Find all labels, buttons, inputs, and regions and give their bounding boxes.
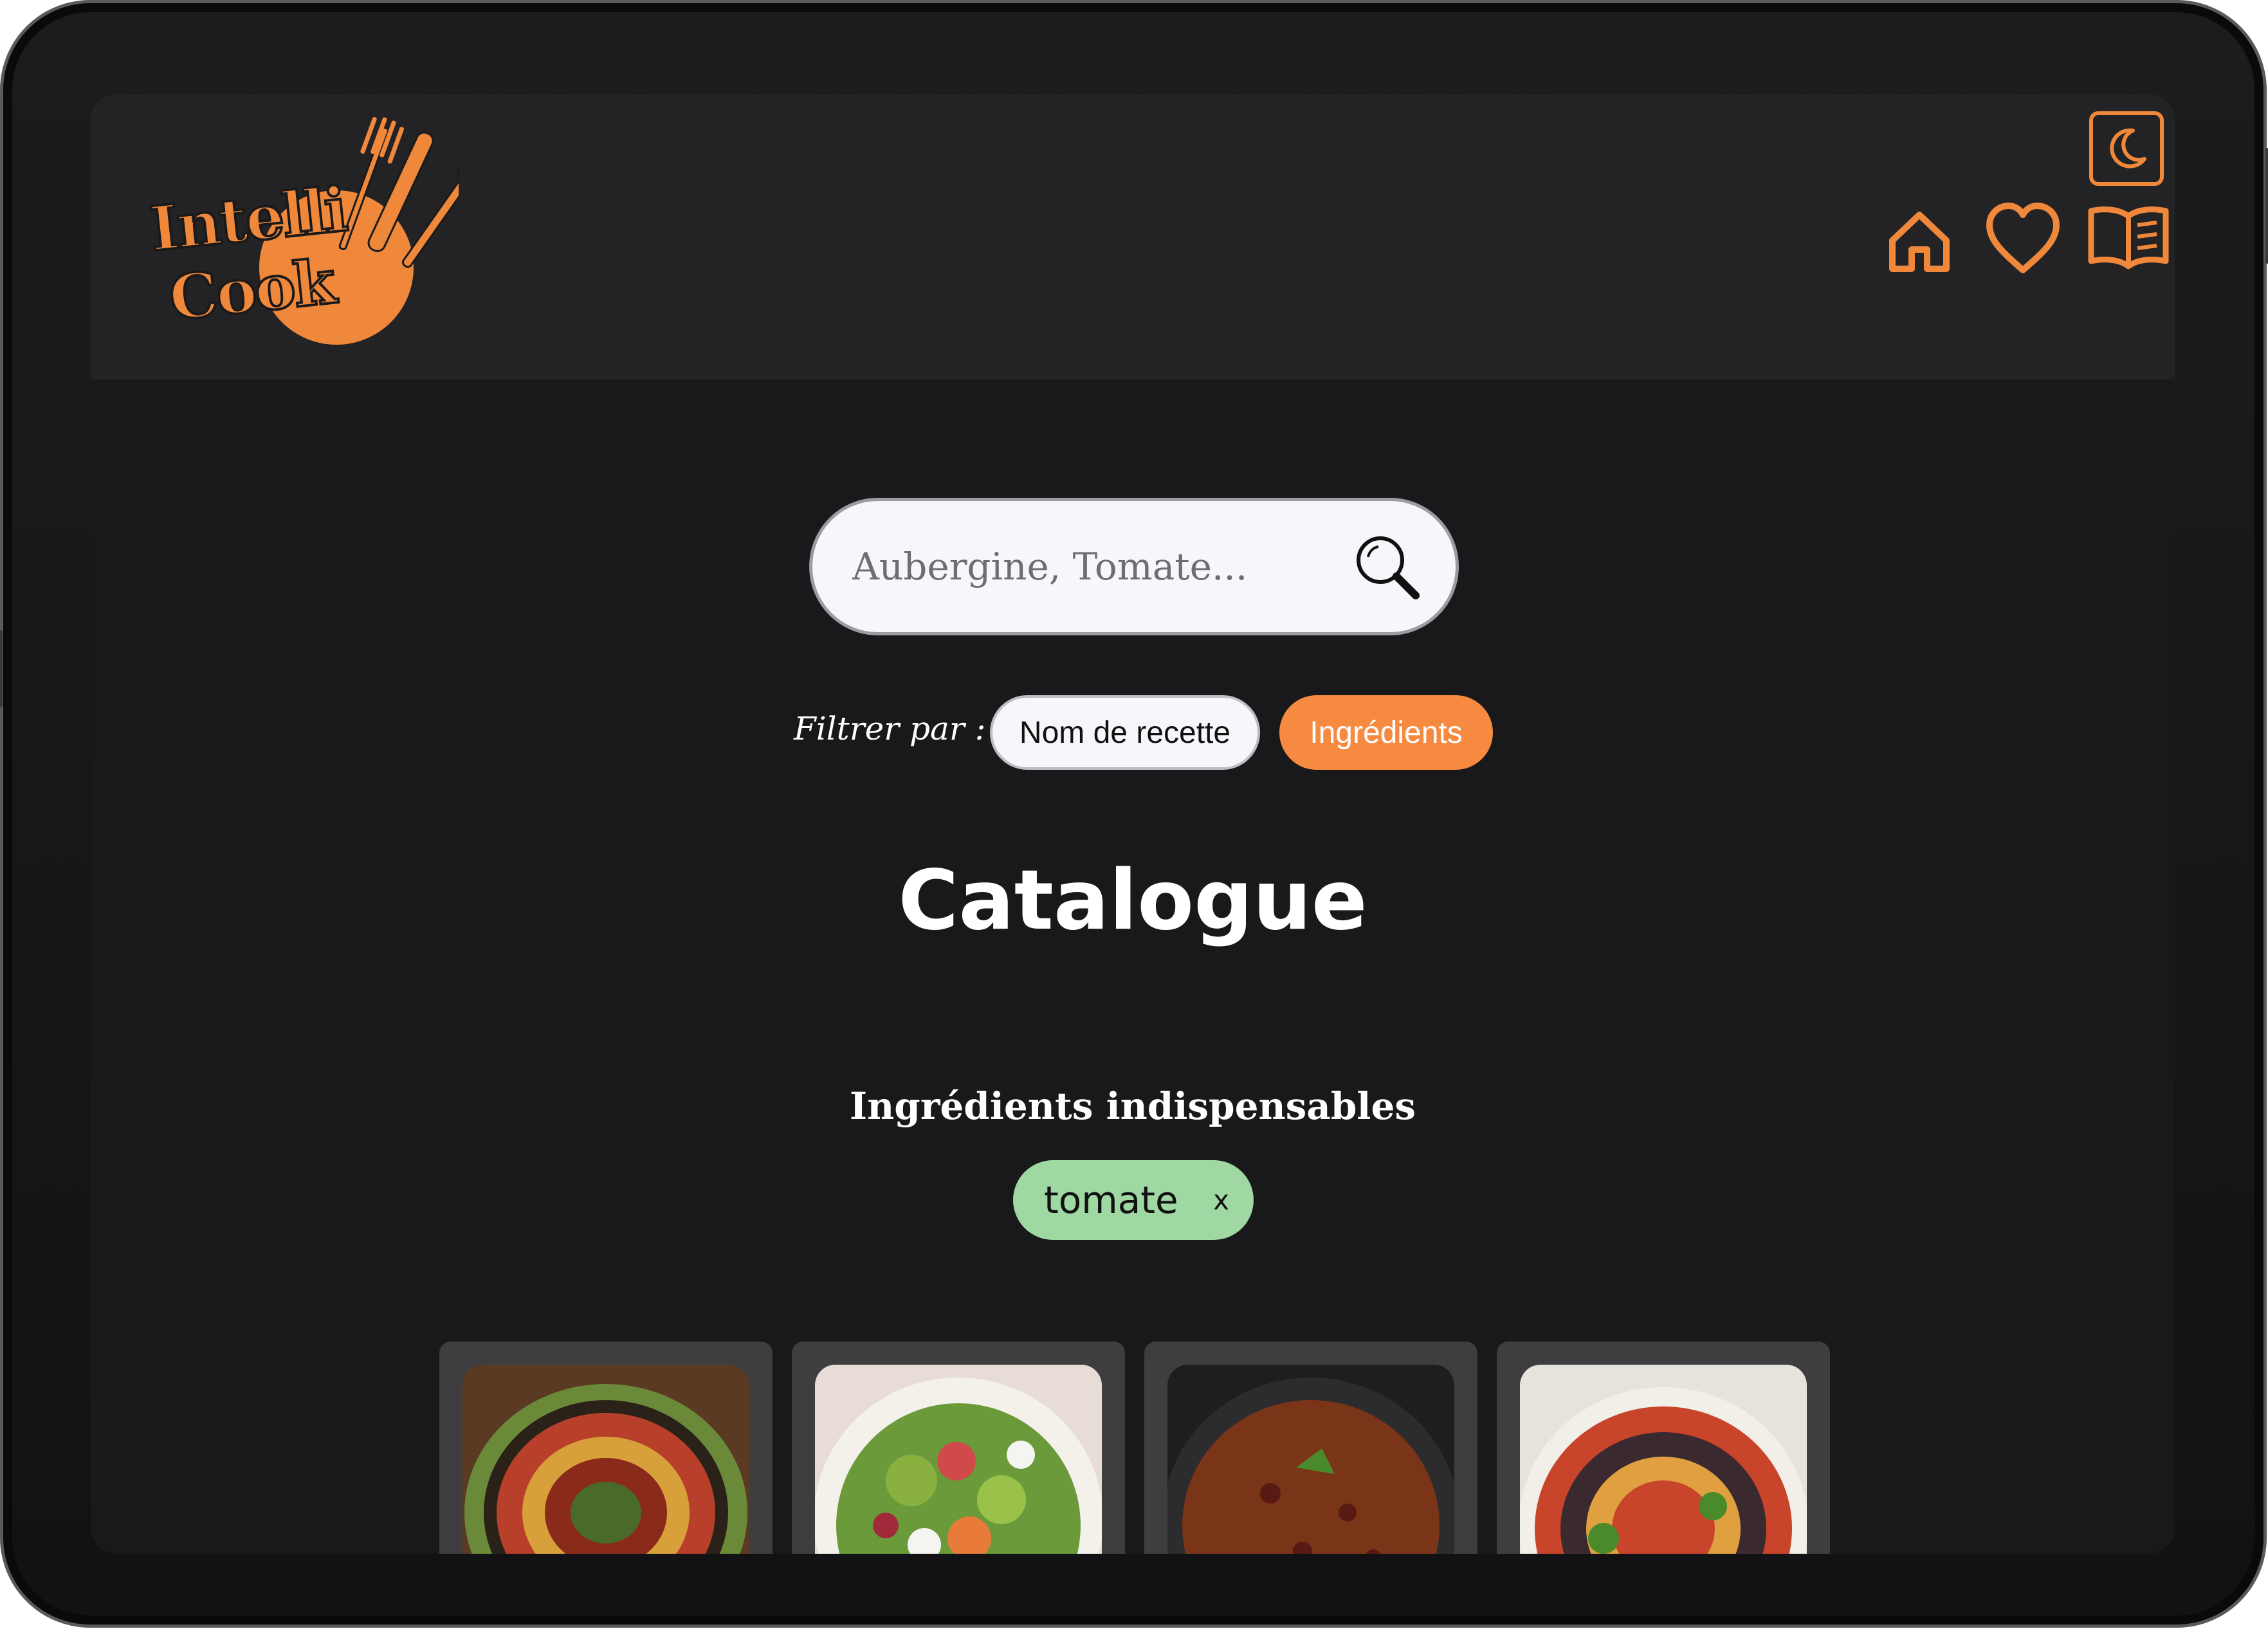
nav-favorites-button[interactable] (1983, 201, 2060, 278)
nav-recipes-button[interactable] (2086, 202, 2171, 279)
ratatouille-image (462, 1365, 749, 1554)
recipe-card[interactable] (439, 1342, 773, 1554)
device-side-button (0, 630, 3, 707)
device-side-button (2265, 148, 2268, 264)
filter-recipe-name-button[interactable]: Nom de recette (990, 695, 1260, 770)
tian-image (1520, 1365, 1807, 1554)
search-input[interactable] (851, 544, 1342, 589)
chili-image (1167, 1365, 1454, 1554)
recipe-card[interactable] (1497, 1342, 1830, 1554)
recipe-image (1167, 1365, 1454, 1554)
header: Intelli Cook (91, 94, 2175, 379)
ingredient-tag-remove-button[interactable]: x (1213, 1185, 1229, 1216)
home-icon (1889, 212, 1950, 272)
filter-ingredients-button[interactable]: Ingrédients (1279, 695, 1493, 770)
search-icon (1357, 536, 1420, 599)
search-button[interactable] (1351, 531, 1422, 602)
recipe-card[interactable] (792, 1342, 1125, 1554)
search-box (809, 498, 1459, 635)
salad-image (815, 1365, 1102, 1554)
recipe-image (815, 1365, 1102, 1554)
recipe-card[interactable] (1144, 1342, 1477, 1554)
heart-icon (1986, 203, 2060, 273)
recipe-image (462, 1365, 749, 1554)
ingredient-tag-label: tomate (1044, 1178, 1178, 1222)
ingredient-tag: tomate x (1013, 1160, 1254, 1240)
theme-toggle-button[interactable] (2089, 111, 2164, 186)
moon-icon (2110, 128, 2146, 168)
page-title: Catalogue (898, 853, 1367, 949)
book-icon (2088, 206, 2169, 269)
filter-label: Filtrer par : (794, 710, 986, 747)
logo[interactable]: Intelli Cook (145, 107, 493, 428)
ingredients-heading: Ingrédients indispensables (849, 1084, 1416, 1128)
recipe-image (1520, 1365, 1807, 1554)
app-screen: Intelli Cook Aubergine, Tomate... Filtre… (91, 94, 2175, 1554)
nav-home-button[interactable] (1881, 202, 1958, 279)
